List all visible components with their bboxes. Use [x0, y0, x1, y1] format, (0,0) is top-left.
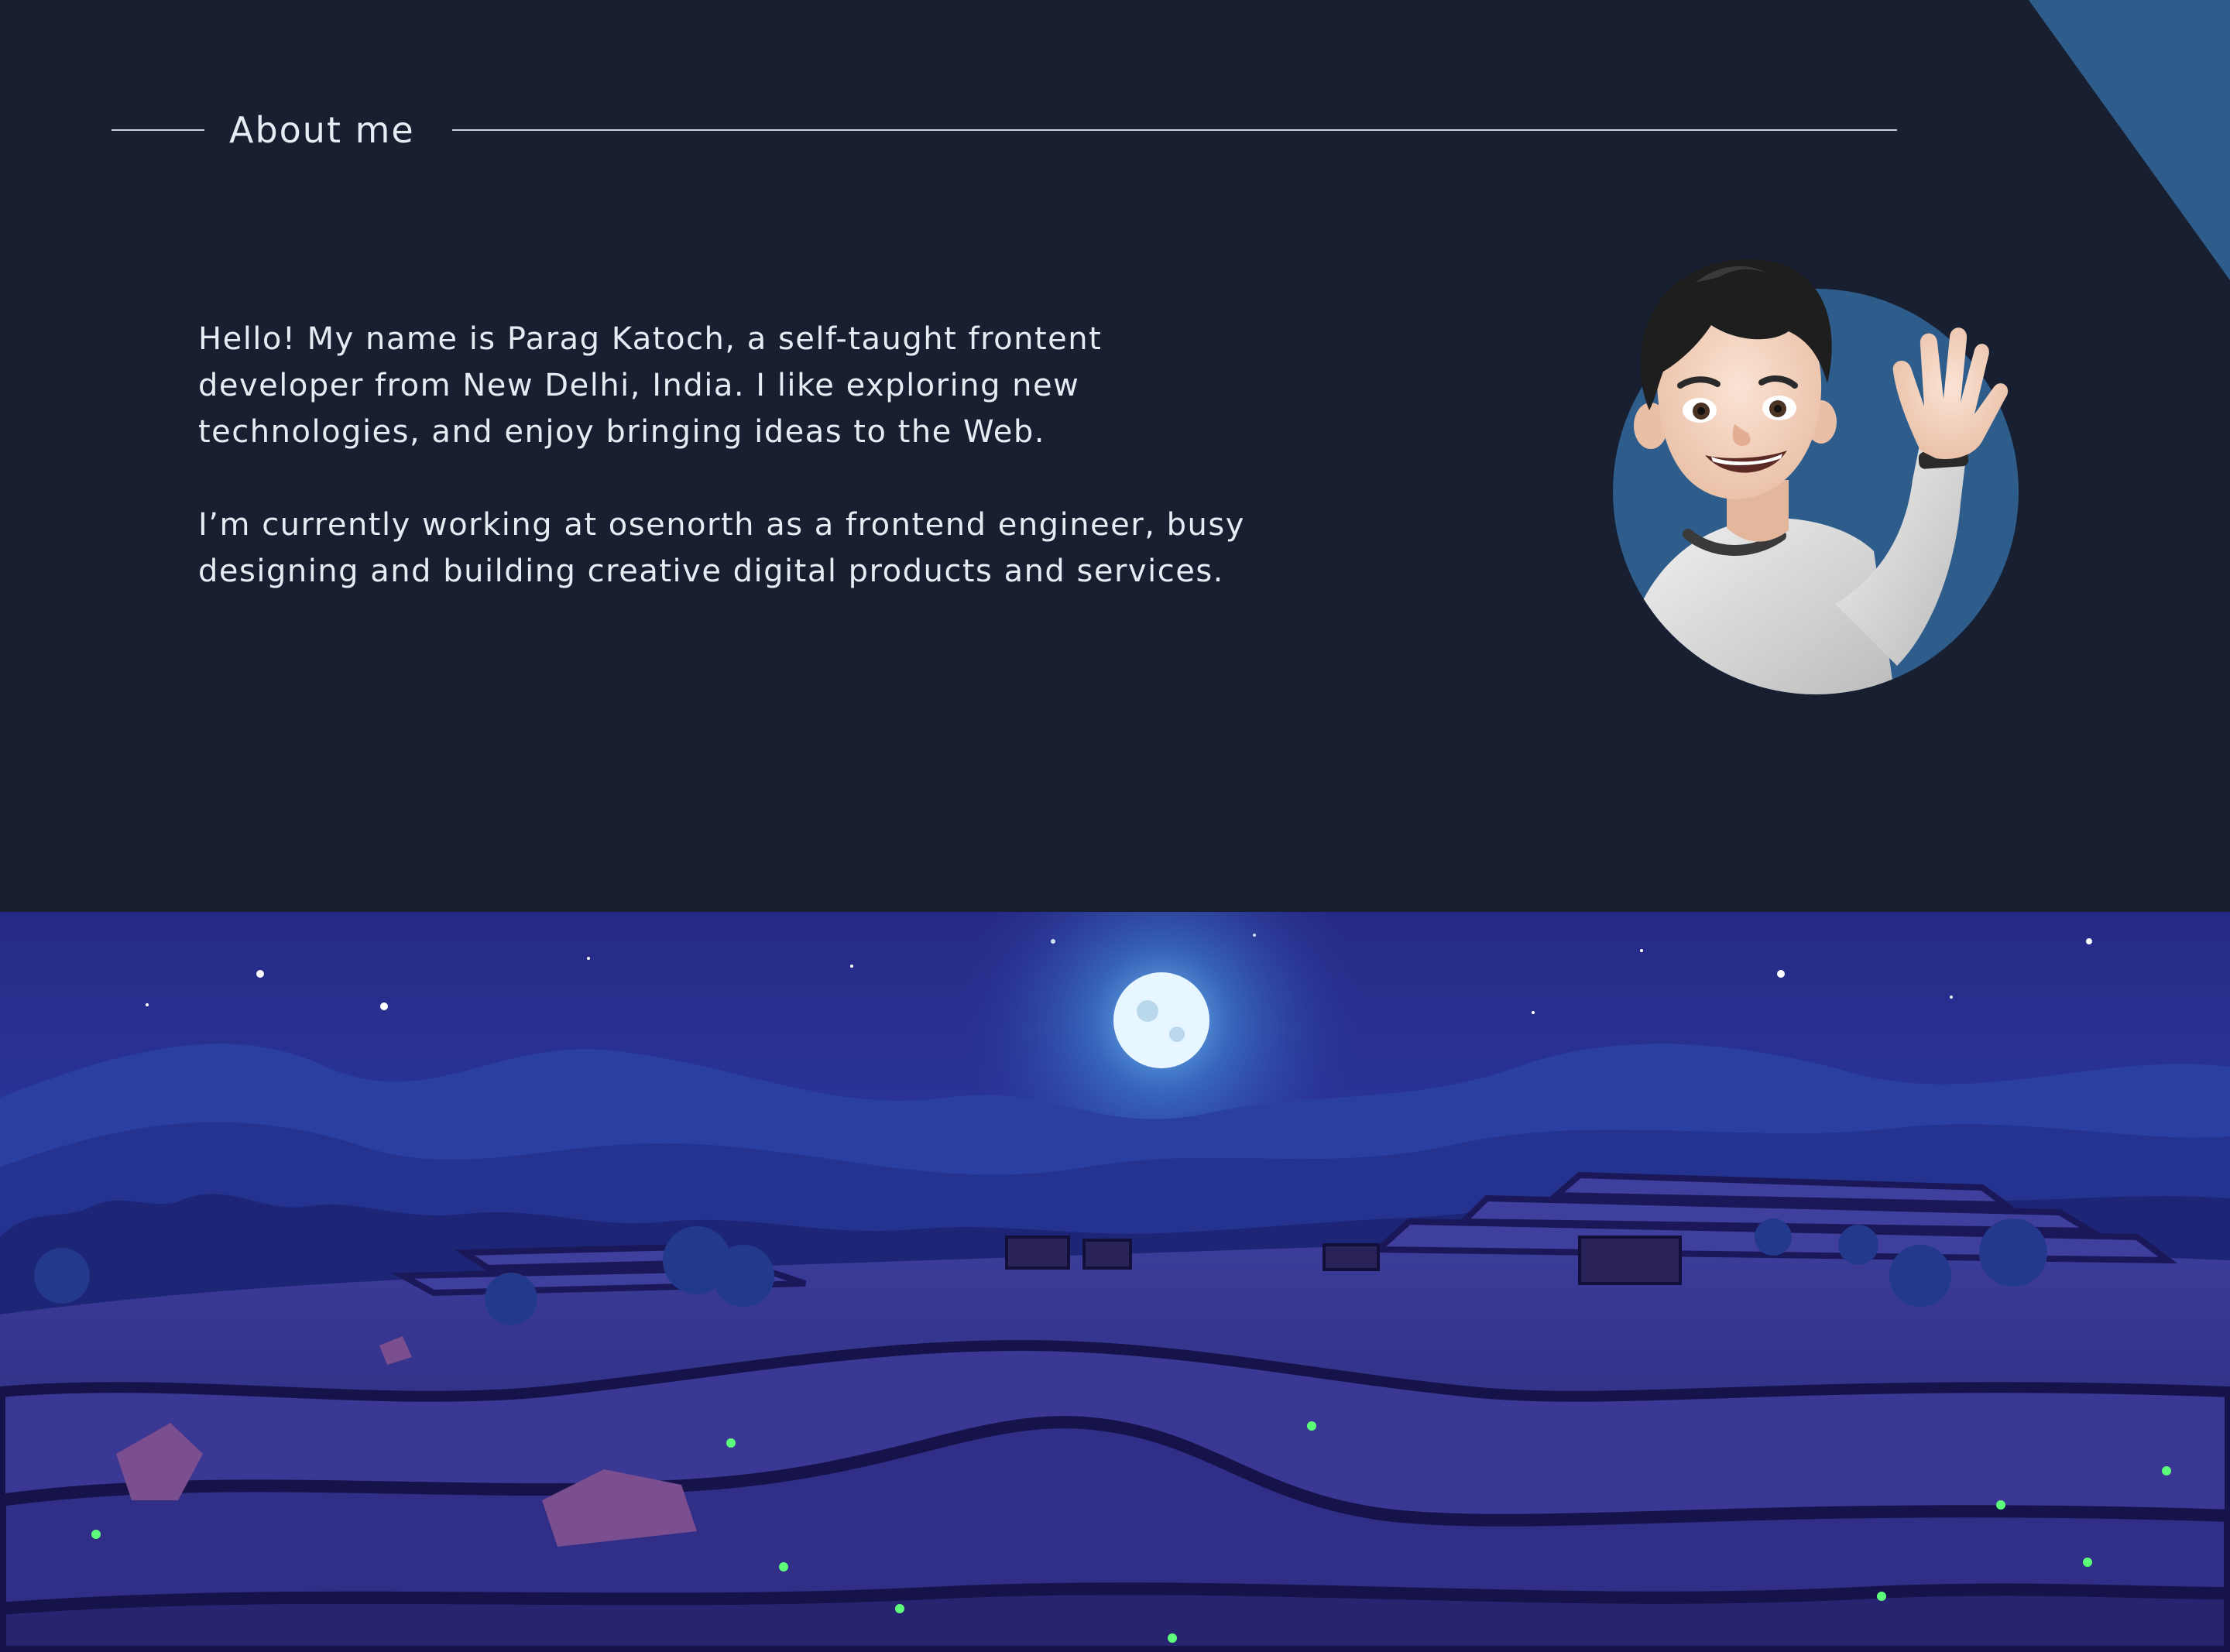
header-divider-right	[452, 129, 1897, 131]
about-paragraph-intro: Hello! My name is Parag Katoch, a self-t…	[198, 321, 1103, 450]
about-description: Hello! My name is Parag Katoch, a self-t…	[198, 316, 1251, 641]
avatar-memoji-icon	[1613, 259, 2019, 694]
corner-accent-triangle	[2029, 0, 2230, 280]
about-section-header: About me	[112, 108, 1897, 152]
night-landscape-illustration	[0, 912, 2230, 1652]
header-divider-left	[112, 129, 204, 131]
about-heading: About me	[229, 109, 415, 151]
about-paragraph-work: I’m currently working at osenorth as a f…	[198, 507, 1245, 589]
